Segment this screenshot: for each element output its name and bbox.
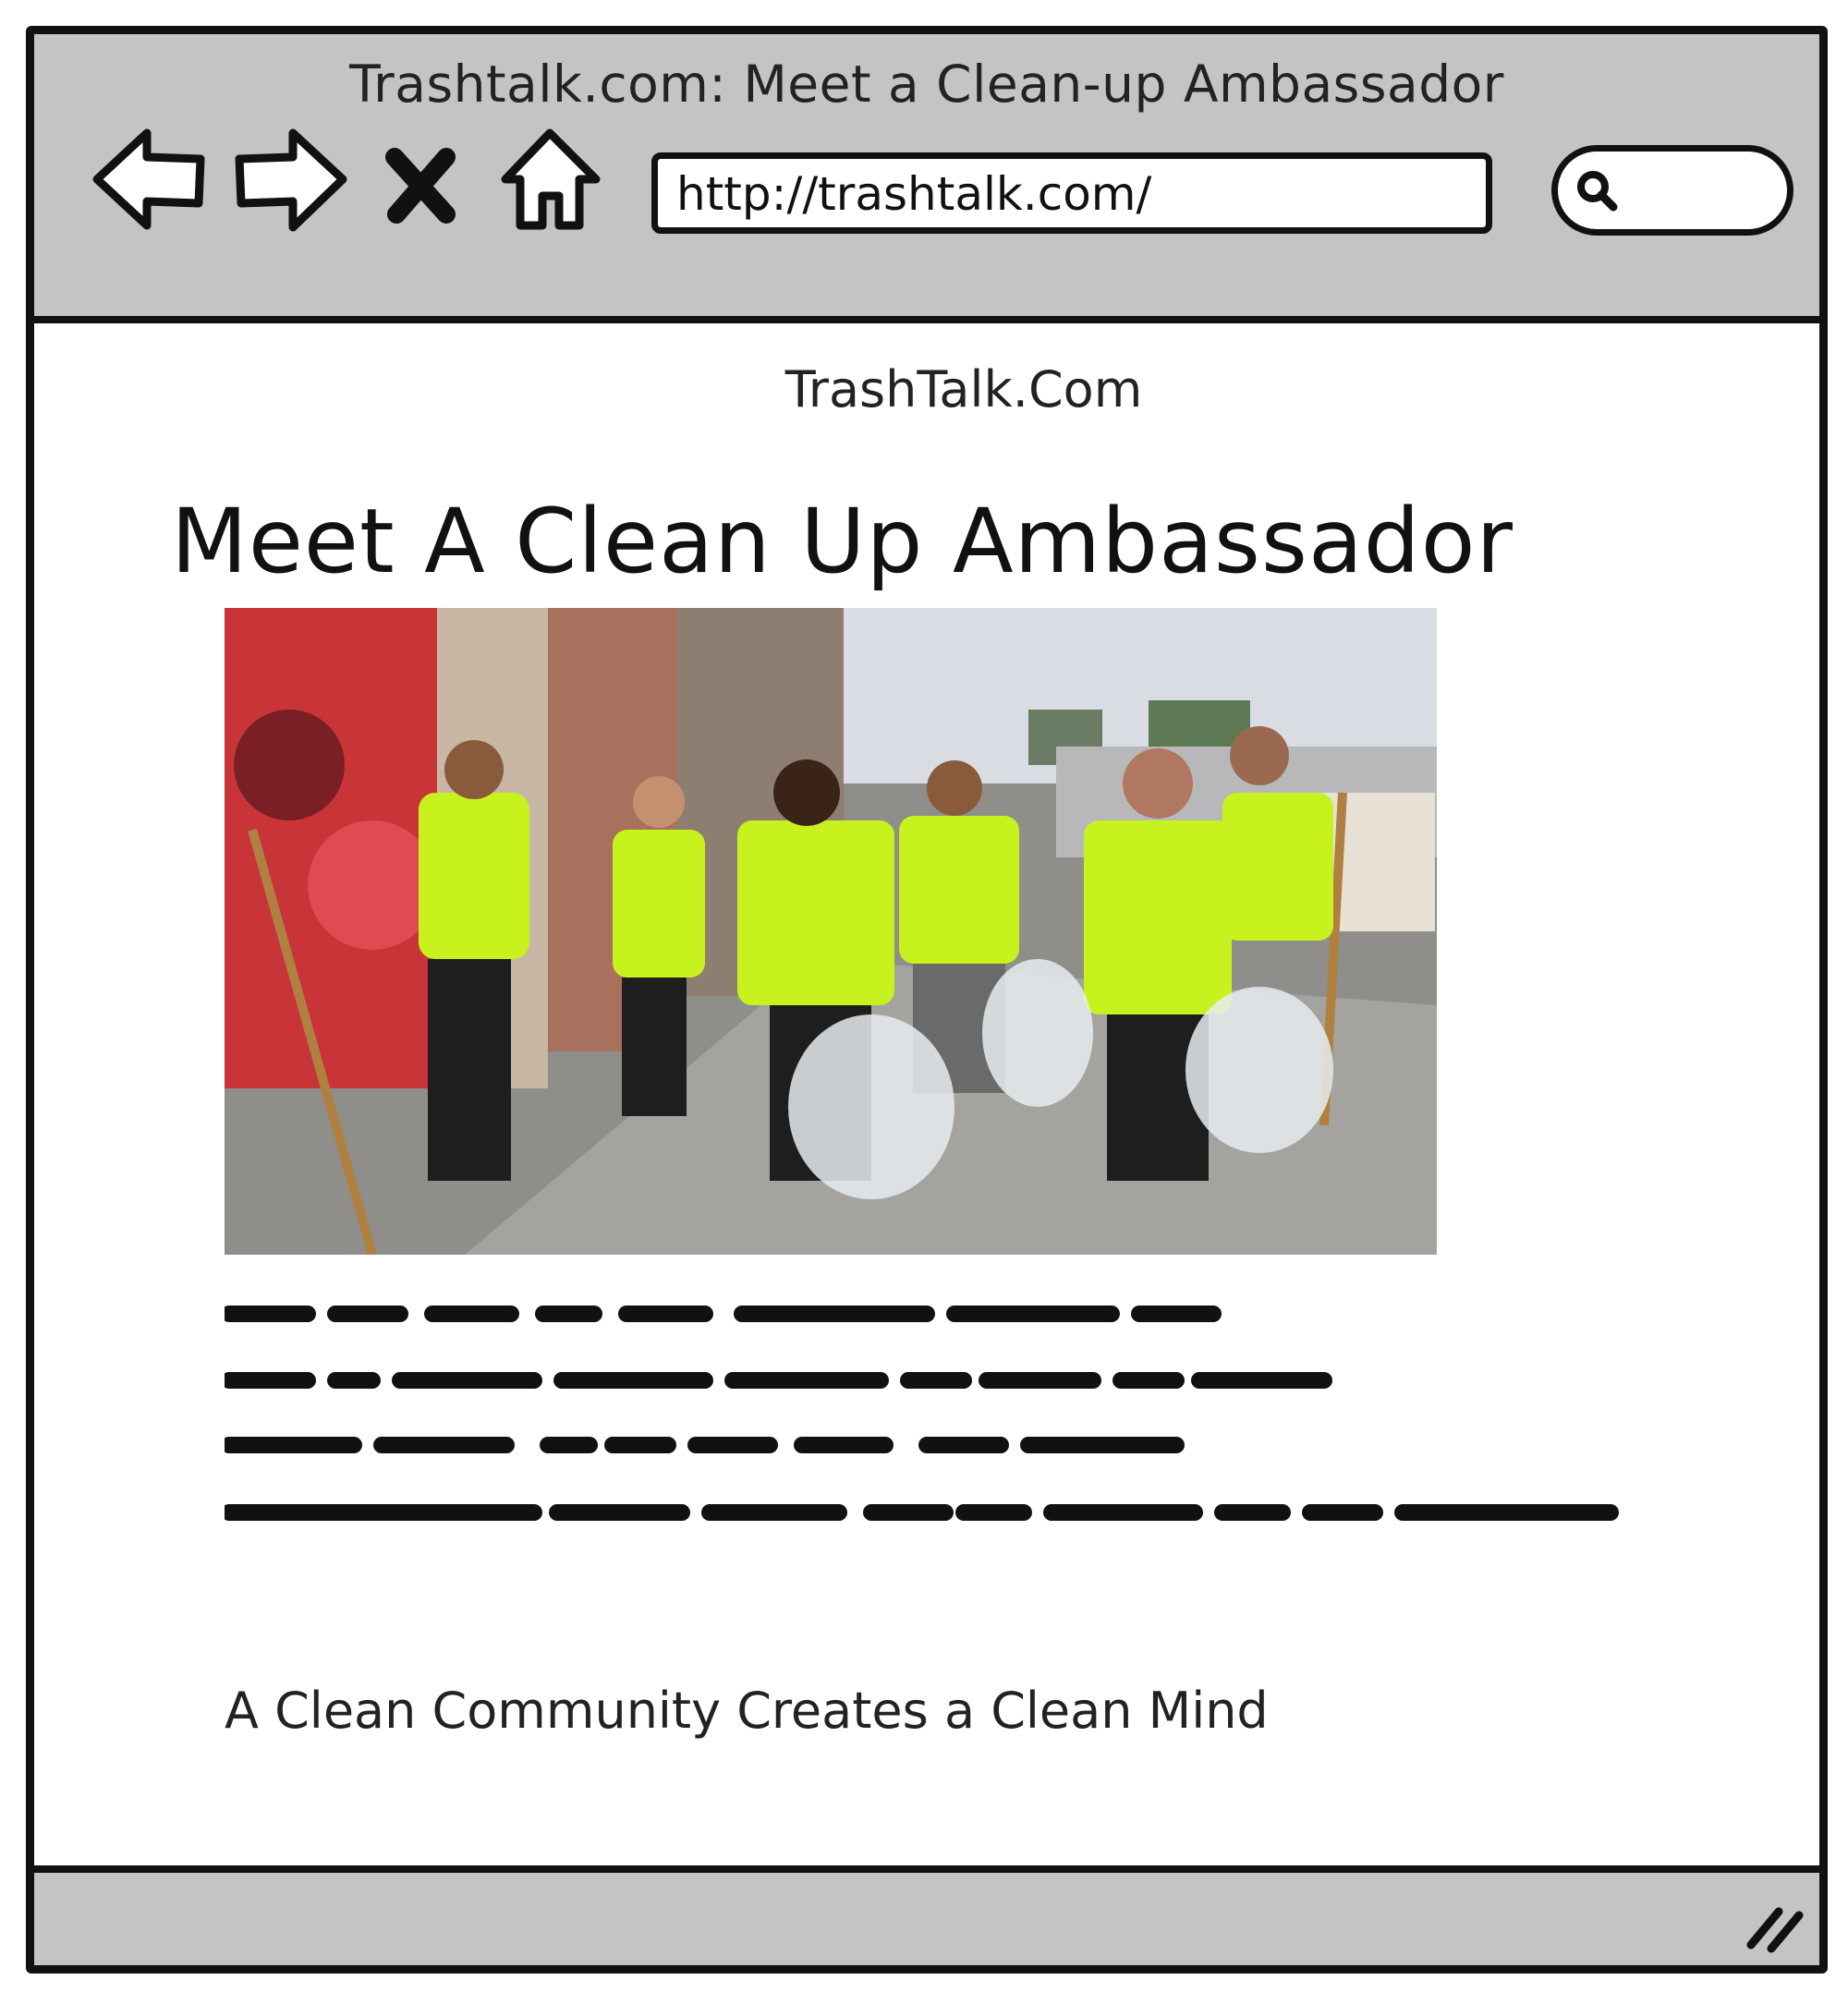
browser-chrome: Trashtalk.com: Meet a Clean-up Ambassado… <box>34 34 1819 323</box>
search-input[interactable] <box>1551 145 1793 236</box>
search-icon <box>1577 171 1618 212</box>
resize-grip-icon[interactable] <box>1742 1899 1806 1954</box>
page-content: TrashTalk.Com Meet A Clean Up Ambassador <box>34 323 1819 1885</box>
status-bar <box>34 1865 1819 1965</box>
forward-arrow-icon[interactable] <box>230 122 350 237</box>
body-text-placeholder <box>221 1295 1647 1554</box>
browser-window: Trashtalk.com: Meet a Clean-up Ambassado… <box>26 26 1828 1974</box>
tagline: A Clean Community Creates a Clean Mind <box>225 1682 1269 1740</box>
url-text: http://trashtalk.com/ <box>676 167 1152 221</box>
ambassador-photo <box>225 608 1437 1255</box>
home-icon[interactable] <box>494 122 605 237</box>
site-name: TrashTalk.Com <box>784 360 1143 419</box>
address-bar[interactable]: http://trashtalk.com/ <box>651 152 1492 234</box>
window-title: Trashtalk.com: Meet a Clean-up Ambassado… <box>349 55 1504 114</box>
close-x-icon[interactable] <box>374 122 467 237</box>
page-title: Meet A Clean Up Ambassador <box>171 490 1514 593</box>
back-arrow-icon[interactable] <box>90 122 210 237</box>
